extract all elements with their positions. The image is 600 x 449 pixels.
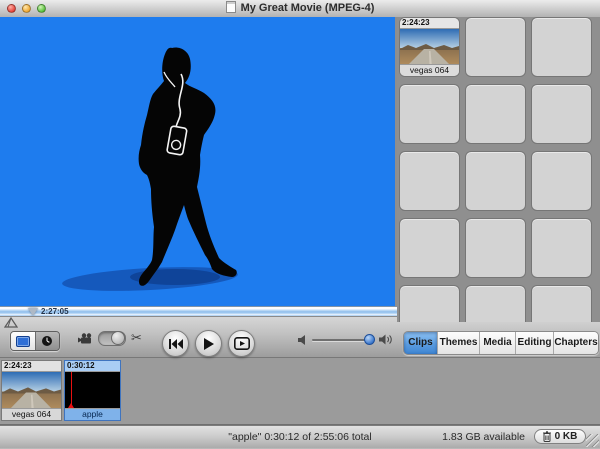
clip-viewer-button[interactable] xyxy=(11,332,35,350)
playhead-triangle-icon[interactable] xyxy=(28,307,38,316)
playback-controls xyxy=(162,330,255,357)
timeline-clip-duration: 0:30:12 xyxy=(65,361,120,372)
trash-icon xyxy=(542,431,551,442)
video-monitor: 2:27:05 xyxy=(0,17,397,316)
pane-tabs: Clips Themes Media Editing Chapters xyxy=(403,331,599,355)
volume-control xyxy=(298,333,393,345)
camera-edit-mode-toggle: ✂ xyxy=(78,331,142,346)
title-bar: My Great Movie (MPEG-4) xyxy=(0,0,600,18)
clips-shelf-pane: 2:24:23 vegas 064 xyxy=(397,17,600,322)
empty-clip-cell xyxy=(465,218,526,278)
play-fullscreen-button[interactable] xyxy=(228,330,255,357)
tab-editing[interactable]: Editing xyxy=(515,332,553,354)
empty-clip-cell xyxy=(465,285,526,322)
empty-clip-cell xyxy=(399,151,460,211)
clip-playhead-marker[interactable] xyxy=(68,372,74,408)
clip-duration: 2:24:23 xyxy=(400,18,459,29)
play-icon xyxy=(204,337,214,350)
clip-viewer-icon xyxy=(15,335,30,347)
playhead[interactable]: 2:27:05 xyxy=(28,307,69,316)
camcorder-icon xyxy=(78,333,92,344)
empty-clip-cell xyxy=(399,84,460,144)
tab-themes[interactable]: Themes xyxy=(437,332,479,354)
timeline-clip-name: apple xyxy=(65,408,120,420)
playhead-time: 2:27:05 xyxy=(41,307,69,316)
clip-cell[interactable]: 2:24:23 vegas 064 xyxy=(399,17,460,77)
scrubber-bar[interactable]: 2:27:05 xyxy=(0,306,397,316)
play-fullscreen-icon xyxy=(233,337,250,350)
clip-name: vegas 064 xyxy=(400,64,459,76)
volume-slider[interactable] xyxy=(312,333,375,345)
empty-clip-cell xyxy=(399,285,460,322)
scrubber-marker-icon[interactable] xyxy=(4,317,18,329)
empty-clip-cell xyxy=(531,151,592,211)
scissors-icon: ✂ xyxy=(131,331,142,346)
timeline-clip-name: vegas 064 xyxy=(2,408,61,420)
window-title-text: My Great Movie (MPEG-4) xyxy=(240,2,375,14)
volume-min-icon xyxy=(298,334,305,345)
timeline-clip-duration: 2:24:23 xyxy=(2,361,61,372)
volume-knob[interactable] xyxy=(364,333,375,345)
timeline-shelf[interactable]: 2:24:23 vegas 064 0:30:12 apple xyxy=(0,358,600,425)
timeline-clip-vegas[interactable]: 2:24:23 vegas 064 xyxy=(1,360,62,421)
status-bar: "apple" 0:30:12 of 2:55:06 total 1.83 GB… xyxy=(0,425,600,448)
rewind-to-start-button[interactable] xyxy=(162,330,189,357)
volume-max-icon xyxy=(379,334,392,345)
desert-road-thumbnail xyxy=(2,372,61,408)
timeline-clip-apple[interactable]: 0:30:12 apple xyxy=(64,360,121,421)
tab-media[interactable]: Media xyxy=(479,332,515,354)
timeline-viewer-button[interactable] xyxy=(34,332,59,350)
desert-road-thumbnail xyxy=(400,29,459,64)
trash-size: 0 KB xyxy=(554,431,578,442)
tab-chapters[interactable]: Chapters xyxy=(553,332,598,354)
clip-thumbnail xyxy=(400,29,459,64)
play-button[interactable] xyxy=(195,330,222,357)
empty-clip-cell xyxy=(465,84,526,144)
timeline-clip-thumbnail xyxy=(2,372,61,408)
timeline-clip-thumbnail xyxy=(65,372,120,408)
empty-clip-cell xyxy=(531,84,592,144)
clock-icon xyxy=(42,336,53,346)
empty-clip-cell xyxy=(465,151,526,211)
video-preview[interactable] xyxy=(0,17,397,306)
empty-clip-cell xyxy=(465,17,526,77)
empty-clip-cell xyxy=(531,17,592,77)
disk-available: 1.83 GB available xyxy=(442,431,525,443)
mode-toggle-switch[interactable] xyxy=(98,331,126,346)
tab-clips[interactable]: Clips xyxy=(404,332,437,354)
resize-grip-icon[interactable] xyxy=(586,434,599,447)
empty-clip-cell xyxy=(399,218,460,278)
empty-clip-cell xyxy=(531,285,592,322)
window-title: My Great Movie (MPEG-4) xyxy=(0,0,600,17)
rewind-to-start-icon xyxy=(168,338,183,349)
viewer-mode-switch xyxy=(10,331,60,351)
toggle-knob[interactable] xyxy=(111,331,125,345)
trash-button[interactable]: 0 KB xyxy=(534,429,586,444)
empty-clip-cell xyxy=(531,218,592,278)
shelf-clip-vegas[interactable]: 2:24:23 vegas 064 xyxy=(400,18,459,76)
document-proxy-icon xyxy=(225,1,236,13)
video-frame xyxy=(0,17,395,306)
